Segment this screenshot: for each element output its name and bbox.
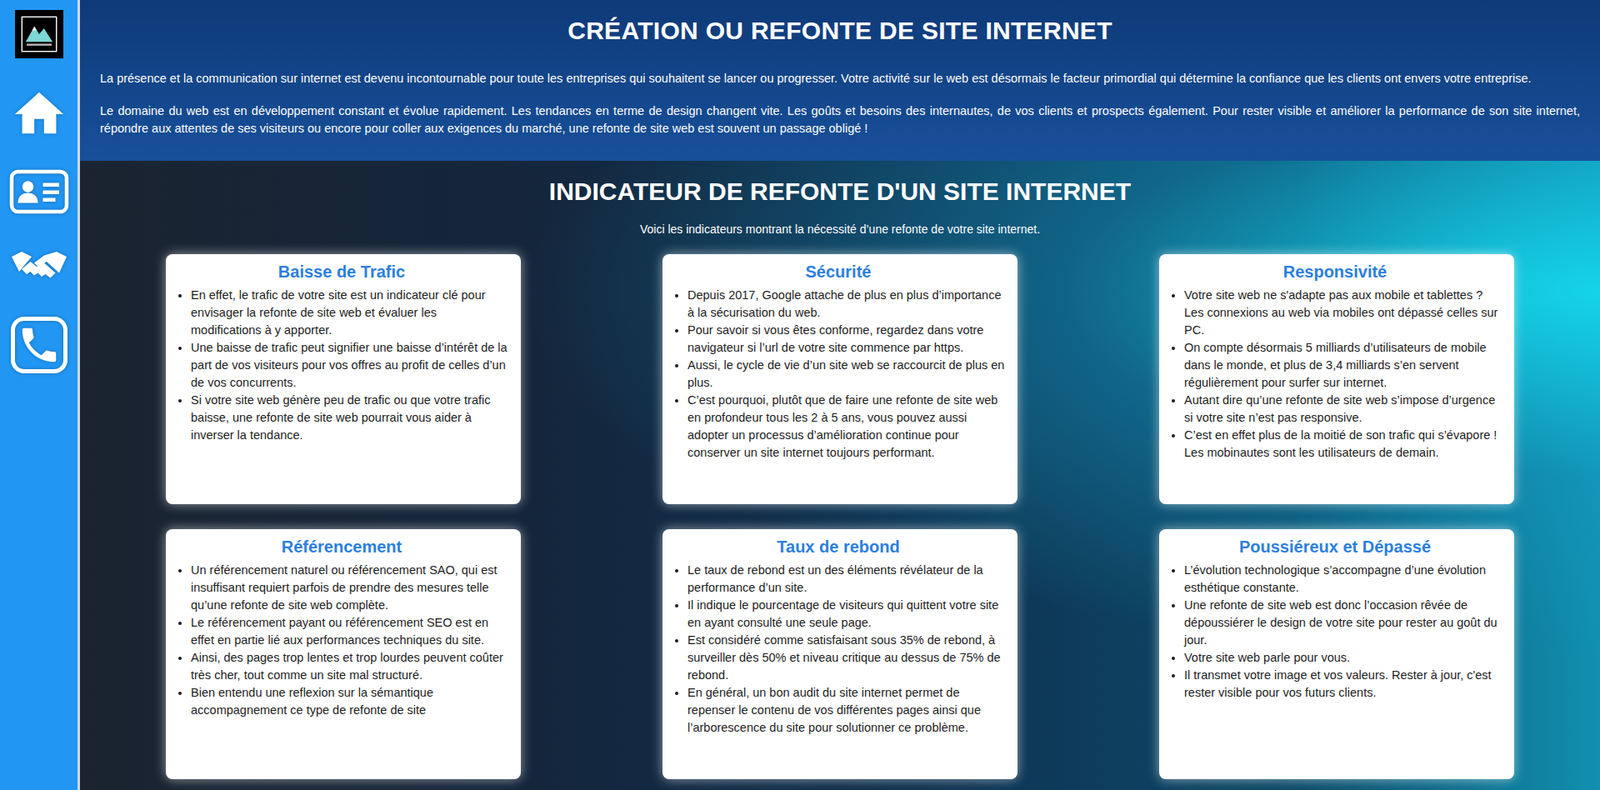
card-item: On compte désormais 5 milliards d’utilis…: [1184, 339, 1503, 392]
card-item: Il transmet votre image et vos valeurs. …: [1184, 666, 1503, 702]
card-list: Le taux de rebond est un des éléments ré…: [670, 561, 1006, 737]
card-item: Votre site web parle pour vous.: [1184, 649, 1503, 667]
card-title: Responsivité: [1167, 262, 1503, 282]
section-subtitle: Voici les indicateurs montrant la nécess…: [100, 222, 1580, 236]
home-icon: [10, 85, 69, 144]
card-item: Autant dire qu’une refonte de site web s…: [1184, 391, 1503, 427]
home-nav-item[interactable]: [5, 85, 73, 144]
card-list: Un référencement naturel ou référencemen…: [174, 561, 510, 720]
card-title: Poussiéreux et Dépassé: [1167, 537, 1503, 557]
indicators-section: INDICATEUR DE REFONTE D'UN SITE INTERNET…: [80, 160, 1600, 790]
contact-nav-item[interactable]: [5, 315, 73, 375]
indicator-card: Taux de rebond Le taux de rebond est un d…: [662, 529, 1018, 780]
card-item: Le taux de rebond est un des éléments ré…: [687, 561, 1006, 597]
card-item: C’est en effet plus de la moitié de son …: [1184, 426, 1503, 462]
card-item: Si votre site web génère peu de trafic o…: [190, 391, 510, 445]
card-title: Taux de rebond: [670, 537, 1006, 557]
partnership-nav-item[interactable]: [5, 240, 73, 294]
page: CRÉATION OU REFONTE DE SITE INTERNET La p…: [0, 0, 1600, 790]
card-item: Ainsi, des pages trop lentes et trop lou…: [190, 649, 510, 685]
section-title: INDICATEUR DE REFONTE D'UN SITE INTERNET: [100, 177, 1580, 206]
card-item: Votre site web ne s'adapte pas aux mobil…: [1184, 286, 1503, 340]
logo[interactable]: [15, 10, 64, 59]
card-item: L’évolution technologique s’accompagne d…: [1184, 561, 1503, 597]
indicator-card: Référencement Un référencement naturel ou…: [165, 529, 521, 780]
card-item: En effet, le trafic de votre site est un…: [190, 286, 510, 340]
indicator-card: Responsivité Votre site web ne s'adapte p…: [1159, 254, 1515, 505]
intro-paragraph: La présence et la communication sur inte…: [100, 70, 1580, 88]
card-list: Depuis 2017, Google attache de plus en p…: [670, 286, 1006, 462]
card-item: Un référencement naturel ou référencemen…: [190, 561, 510, 615]
indicator-cards: Baisse de Trafic En effet, le trafic de v…: [100, 254, 1580, 780]
indicator-card: Poussiéreux et Dépassé L’évolution techno…: [1159, 529, 1515, 780]
id-card-icon: [9, 169, 70, 215]
intro-paragraph: Le domaine du web est en développement c…: [100, 102, 1580, 138]
sidebar: [0, 0, 80, 790]
mountain-logo-icon: [20, 15, 59, 54]
profile-nav-item[interactable]: [5, 165, 73, 219]
card-item: Pour savoir si vous êtes conforme, regar…: [687, 321, 1006, 357]
card-item: Le référencement payant ou référencement…: [190, 614, 510, 650]
intro-section: CRÉATION OU REFONTE DE SITE INTERNET La p…: [80, 0, 1600, 161]
card-title: Référencement: [174, 537, 510, 557]
card-item: C’est pourquoi, plutôt que de faire une …: [687, 391, 1006, 462]
card-item: Est considéré comme satisfaisant sous 35…: [687, 631, 1006, 685]
card-item: Il indique le pourcentage de visiteurs q…: [687, 596, 1006, 632]
page-title: CRÉATION OU REFONTE DE SITE INTERNET: [100, 16, 1580, 45]
card-item: Une refonte de site web est donc l’occas…: [1184, 596, 1503, 650]
card-title: Sécurité: [670, 262, 1006, 282]
card-list: Votre site web ne s'adapte pas aux mobil…: [1167, 286, 1503, 462]
card-item: Depuis 2017, Google attache de plus en p…: [687, 286, 1006, 322]
indicator-card: Baisse de Trafic En effet, le trafic de v…: [165, 254, 521, 505]
card-item: Une baisse de trafic peut signifier une …: [190, 339, 510, 392]
card-list: L’évolution technologique s’accompagne d…: [1167, 561, 1503, 702]
card-item: En général, un bon audit du site interne…: [687, 684, 1006, 737]
phone-icon: [9, 315, 70, 375]
main-content: CRÉATION OU REFONTE DE SITE INTERNET La p…: [80, 0, 1600, 790]
handshake-icon: [9, 244, 70, 290]
card-list: En effet, le trafic de votre site est un…: [174, 286, 510, 445]
card-title: Baisse de Trafic: [174, 262, 510, 282]
card-item: Aussi, le cycle de vie d’un site web se …: [687, 356, 1006, 392]
card-item: Bien entendu une reflexion sur la sémant…: [190, 684, 510, 720]
indicator-card: Sécurité Depuis 2017, Google attache de p…: [662, 254, 1018, 505]
